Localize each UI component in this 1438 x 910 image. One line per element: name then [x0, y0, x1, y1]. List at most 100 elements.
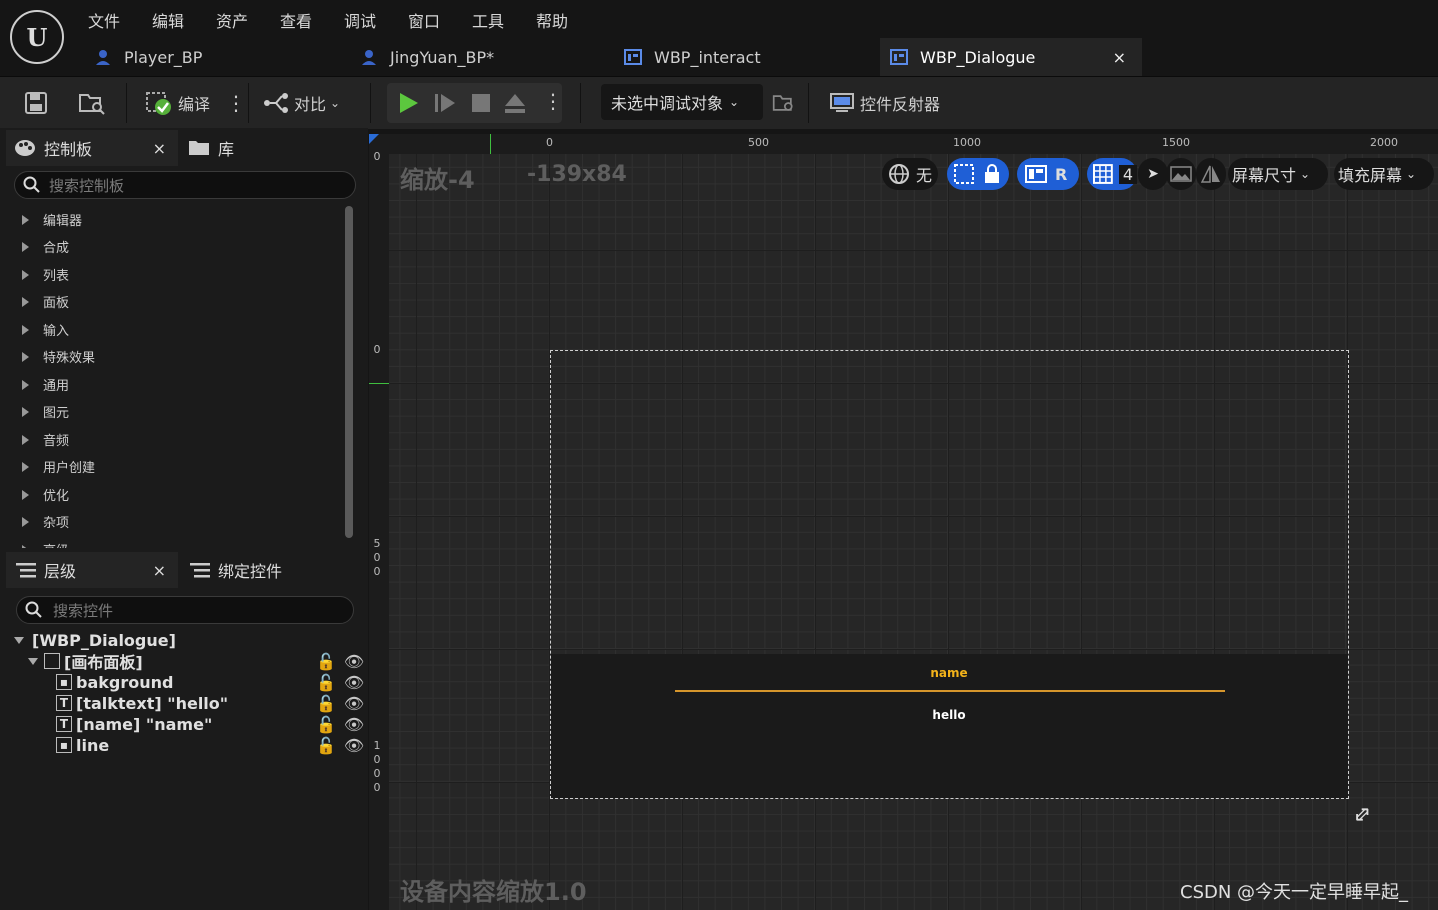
localization-preview-button[interactable]: 无	[882, 158, 938, 190]
image-icon	[1170, 166, 1192, 182]
step-forward-icon[interactable]	[433, 91, 457, 115]
menu-window[interactable]: 窗口	[408, 8, 440, 32]
category-user-created[interactable]: 用户创建	[22, 457, 95, 476]
save-button[interactable]	[24, 85, 48, 121]
close-tab-icon[interactable]: ×	[1113, 48, 1126, 67]
tab-bind-widgets[interactable]: 绑定控件	[190, 552, 282, 588]
screen-size-select[interactable]: 屏幕尺寸 ⌄	[1228, 158, 1328, 190]
play-icon[interactable]	[397, 91, 421, 115]
line-image[interactable]	[675, 690, 1225, 692]
debug-browse-button[interactable]	[772, 85, 796, 121]
menu-tools[interactable]: 工具	[472, 8, 504, 32]
category-special-effects[interactable]: 特殊效果	[22, 347, 95, 366]
compile-options-button[interactable]: ⋮	[226, 85, 246, 121]
menu-file[interactable]: 文件	[88, 8, 120, 32]
stop-icon[interactable]	[469, 91, 493, 115]
unlock-icon[interactable]: 🔓	[316, 673, 336, 692]
flip-icon	[1201, 165, 1220, 183]
divider	[248, 83, 249, 123]
name-textblock[interactable]: name	[549, 666, 1349, 680]
browse-button[interactable]	[78, 85, 106, 121]
tree-item-name[interactable]: T [name] "name"	[56, 714, 212, 734]
talktext-textblock[interactable]: hello	[549, 708, 1349, 722]
divider	[808, 83, 809, 123]
divider	[126, 83, 127, 123]
ruler-tick-label: 0	[546, 136, 553, 149]
tab-jingyuan-bp[interactable]: JingYuan_BP*	[360, 38, 610, 76]
tab-hierarchy[interactable]: 层级 ×	[6, 552, 178, 588]
category-misc[interactable]: 杂项	[22, 512, 69, 531]
category-label: 编辑器	[43, 214, 83, 229]
category-editor[interactable]: 编辑器	[22, 210, 82, 229]
unlock-icon[interactable]: 🔓	[316, 736, 336, 755]
fill-screen-select[interactable]: 填充屏幕 ⌄	[1334, 158, 1434, 190]
save-icon	[25, 92, 47, 114]
globe-icon	[889, 164, 909, 184]
close-icon[interactable]: ×	[153, 561, 166, 580]
eye-icon[interactable]: 👁	[344, 652, 364, 671]
category-audio[interactable]: 音频	[22, 430, 69, 449]
user-blueprint-icon	[96, 50, 110, 65]
hierarchy-list-icon	[16, 563, 36, 578]
background-button[interactable]	[1166, 158, 1196, 190]
tab-label: Player_BP	[124, 47, 203, 67]
menu-help[interactable]: 帮助	[536, 8, 568, 32]
category-optimization[interactable]: 优化	[22, 485, 69, 504]
category-label: 高级	[43, 540, 69, 548]
tree-canvas-panel[interactable]: [画布面板]	[28, 651, 143, 672]
eye-icon[interactable]: 👁	[344, 673, 364, 692]
eject-icon[interactable]	[503, 91, 527, 115]
category-input[interactable]: 输入	[22, 320, 69, 339]
unreal-logo-icon[interactable]: U	[10, 10, 64, 64]
tab-palette[interactable]: 控制板 ×	[6, 130, 178, 166]
debug-target-select[interactable]: 未选中调试对象 ⌄	[601, 84, 763, 120]
eye-icon[interactable]: 👁	[344, 694, 364, 713]
canvas-panel-icon	[44, 653, 60, 669]
eye-icon[interactable]: 👁	[344, 736, 364, 755]
respect-locks-toggle[interactable]: R	[1017, 158, 1079, 190]
category-label: 合成	[43, 241, 70, 256]
category-panel[interactable]: 面板	[22, 292, 69, 311]
menu-debug[interactable]: 调试	[344, 8, 376, 32]
tab-library[interactable]: 库	[188, 130, 234, 166]
unlock-icon[interactable]: 🔓	[316, 694, 336, 713]
cursor-button[interactable]: ➤	[1138, 158, 1168, 190]
menu-view[interactable]: 查看	[280, 8, 312, 32]
flip-button[interactable]	[1196, 158, 1226, 190]
tree-root-wbp-dialogue[interactable]: [WBP_Dialogue]	[14, 630, 176, 650]
main-toolbar: 编译 ⋮ 对比 ⌄ ⋮ 未选中调试对象 ⌄ 控件反射器	[0, 76, 1438, 129]
unlock-icon[interactable]: 🔓	[316, 715, 336, 734]
palette-category-list: 编辑器 合成 列表 面板 输入 特殊效果 通用 图元 音频 用户创建 优化 杂项…	[8, 204, 344, 548]
close-icon[interactable]: ×	[153, 139, 166, 158]
tree-item-line[interactable]: ▪ line	[56, 735, 109, 755]
category-lists[interactable]: 列表	[22, 265, 69, 284]
category-advanced[interactable]: 高级	[22, 540, 69, 548]
category-label: 音频	[43, 434, 70, 449]
diff-button[interactable]: 对比 ⌄	[262, 85, 340, 121]
more-vertical-icon[interactable]: ⋮	[543, 89, 563, 113]
debug-target-label: 未选中调试对象	[611, 94, 724, 113]
ruler-vertical	[369, 154, 389, 910]
category-composite[interactable]: 合成	[22, 237, 69, 256]
widget-reflector-button[interactable]: 控件反射器	[830, 85, 940, 121]
ruler-tick-label: 1000	[953, 136, 981, 149]
palette-scrollbar[interactable]	[345, 206, 353, 538]
tree-item-talktext[interactable]: T [talktext] "hello"	[56, 693, 228, 713]
marquee-lock-toggle[interactable]	[947, 158, 1009, 190]
menu-assets[interactable]: 资产	[216, 8, 248, 32]
tab-wbp-dialogue[interactable]: WBP_Dialogue ×	[880, 38, 1142, 76]
row-toggles: 🔓 👁	[316, 736, 364, 755]
eye-icon[interactable]: 👁	[344, 715, 364, 734]
category-common[interactable]: 通用	[22, 375, 69, 394]
menu-edit[interactable]: 编辑	[152, 8, 184, 32]
tree-item-bakground[interactable]: ▪ bakground	[56, 672, 173, 692]
palette-search-input[interactable]: 搜索控制板	[14, 171, 356, 199]
grid-snap-toggle[interactable]: 4	[1087, 158, 1137, 190]
tab-wbp-interact[interactable]: WBP_interact	[624, 38, 874, 76]
compile-button[interactable]: 编译	[146, 85, 210, 121]
hierarchy-search-input[interactable]: 搜索控件	[16, 596, 354, 624]
tab-player-bp[interactable]: Player_BP	[94, 38, 344, 76]
category-primitive[interactable]: 图元	[22, 402, 69, 421]
unlock-icon[interactable]: 🔓	[316, 652, 336, 671]
tree-label: [画布面板]	[64, 653, 143, 672]
